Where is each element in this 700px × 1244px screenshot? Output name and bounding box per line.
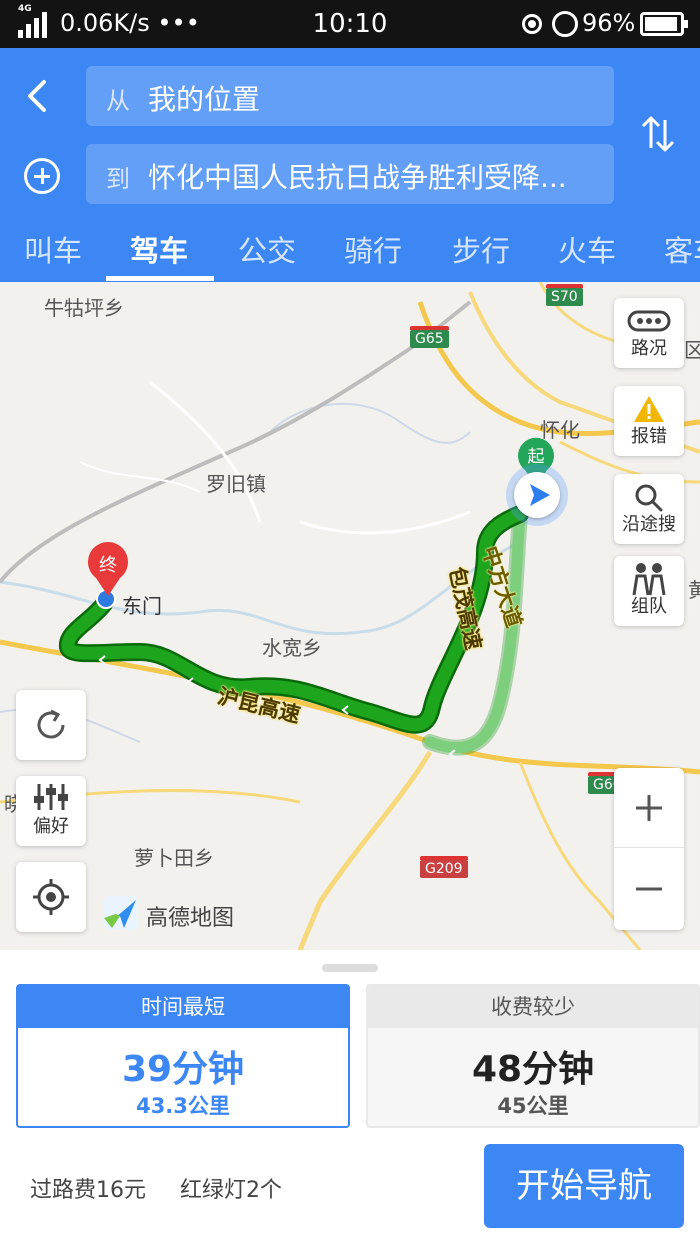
destination-field[interactable]: 到 怀化中国人民抗日战争胜利受降...: [86, 144, 614, 204]
origin-field[interactable]: 从 我的位置: [86, 66, 614, 126]
place-label: 水宽乡: [262, 636, 322, 660]
route-distance: 45公里: [497, 1094, 569, 1118]
tab-walk[interactable]: 步行: [452, 228, 510, 270]
route-option-tag: 时间最短: [18, 986, 348, 1028]
map-view[interactable]: 牛牯坪乡 怀化 罗旧镇 水宽乡 萝卜田乡 东门 区 黄 晓 S70 G65 G6…: [0, 282, 700, 950]
battery-icon: [640, 12, 688, 36]
along-route-search-button[interactable]: 沿途搜: [614, 474, 684, 544]
highway-shield: G209: [420, 856, 468, 878]
zoom-control: [614, 768, 684, 930]
team-button[interactable]: 组队: [614, 556, 684, 626]
refresh-icon: [37, 709, 65, 739]
chevron-left-icon: [28, 80, 46, 112]
route-option-lowest-toll[interactable]: 收费较少 48分钟 45公里: [366, 984, 700, 1128]
place-label: 黄: [688, 578, 700, 602]
status-bar: 4G 0.06K/s ••• 10:10 96%: [0, 0, 700, 48]
locate-icon: [33, 879, 69, 915]
route-panel: 时间最短 39分钟 43.3公里 收费较少 48分钟 45公里 过路费16元 红…: [0, 950, 700, 1244]
amap-logo-icon: [104, 896, 138, 930]
navigation-arrow-icon: [530, 484, 550, 506]
along-route-search-label: 沿途搜: [622, 514, 676, 535]
route-option-fastest[interactable]: 时间最短 39分钟 43.3公里: [16, 984, 350, 1128]
current-location-marker: [506, 464, 568, 526]
traffic-icon: [627, 310, 671, 332]
tab-train[interactable]: 火车: [558, 228, 616, 270]
amap-logo: 高德地图: [102, 894, 242, 934]
traffic-label: 路况: [631, 338, 667, 359]
zoom-in-button[interactable]: [614, 768, 684, 848]
route-option-tag: 收费较少: [368, 986, 698, 1028]
refresh-button[interactable]: [16, 690, 86, 760]
active-tab-indicator: [106, 276, 214, 281]
destination-tag: 到: [106, 165, 130, 193]
drag-handle[interactable]: [322, 964, 378, 972]
start-navigation-button[interactable]: 开始导航: [484, 1144, 684, 1228]
end-marker-label: 终: [99, 555, 117, 576]
team-icon: [632, 563, 666, 596]
toll-info: 过路费16元: [30, 1178, 146, 1203]
plus-icon: [636, 795, 662, 821]
sliders-icon: [34, 784, 68, 810]
place-label: 萝卜田乡: [134, 846, 214, 870]
locate-button[interactable]: [16, 862, 86, 932]
location-icon: [522, 14, 542, 34]
swap-icon: [641, 116, 675, 152]
tab-bike[interactable]: 骑行: [344, 228, 402, 270]
route-distance: 43.3公里: [136, 1094, 230, 1118]
zoom-out-button[interactable]: [614, 849, 684, 929]
traffic-lights-info: 红绿灯2个: [180, 1178, 282, 1203]
traffic-button[interactable]: 路况: [614, 298, 684, 368]
place-label: 罗旧镇: [206, 472, 266, 496]
map-base: [0, 282, 700, 950]
place-label: 牛牯坪乡: [44, 296, 124, 320]
report-error-button[interactable]: 报错: [614, 386, 684, 456]
transport-tabs: 叫车 驾车 公交 骑行 步行 火车 客车: [0, 218, 700, 282]
end-pin-icon[interactable]: 终: [84, 540, 132, 598]
battery-percent: 96%: [582, 9, 636, 37]
team-label: 组队: [631, 596, 667, 617]
origin-value: 我的位置: [148, 83, 261, 116]
preference-label: 偏好: [33, 816, 69, 837]
route-duration: 39分钟: [121, 1049, 245, 1090]
warning-icon: [634, 396, 664, 422]
tab-coach[interactable]: 客车: [664, 228, 700, 270]
tab-bus[interactable]: 公交: [238, 228, 296, 270]
highway-shield: G65: [410, 326, 449, 348]
back-button[interactable]: [18, 76, 58, 116]
preference-button[interactable]: 偏好: [16, 776, 86, 846]
minus-icon: [636, 887, 662, 891]
highway-shield: S70: [546, 284, 583, 306]
origin-tag: 从: [106, 87, 130, 115]
route-duration: 48分钟: [471, 1049, 595, 1090]
tab-taxi[interactable]: 叫车: [24, 228, 82, 270]
tab-drive[interactable]: 驾车: [130, 228, 188, 270]
alarm-icon: [552, 11, 578, 37]
add-waypoint-button[interactable]: [24, 158, 60, 194]
amap-logo-text: 高德地图: [146, 906, 235, 931]
place-label: 区: [684, 338, 700, 362]
destination-value: 怀化中国人民抗日战争胜利受降...: [148, 161, 567, 194]
route-header: 从 我的位置 到 怀化中国人民抗日战争胜利受降... 叫车 驾车 公交 骑行 步…: [0, 48, 700, 282]
report-error-label: 报错: [631, 426, 667, 447]
swap-button[interactable]: [640, 114, 676, 154]
